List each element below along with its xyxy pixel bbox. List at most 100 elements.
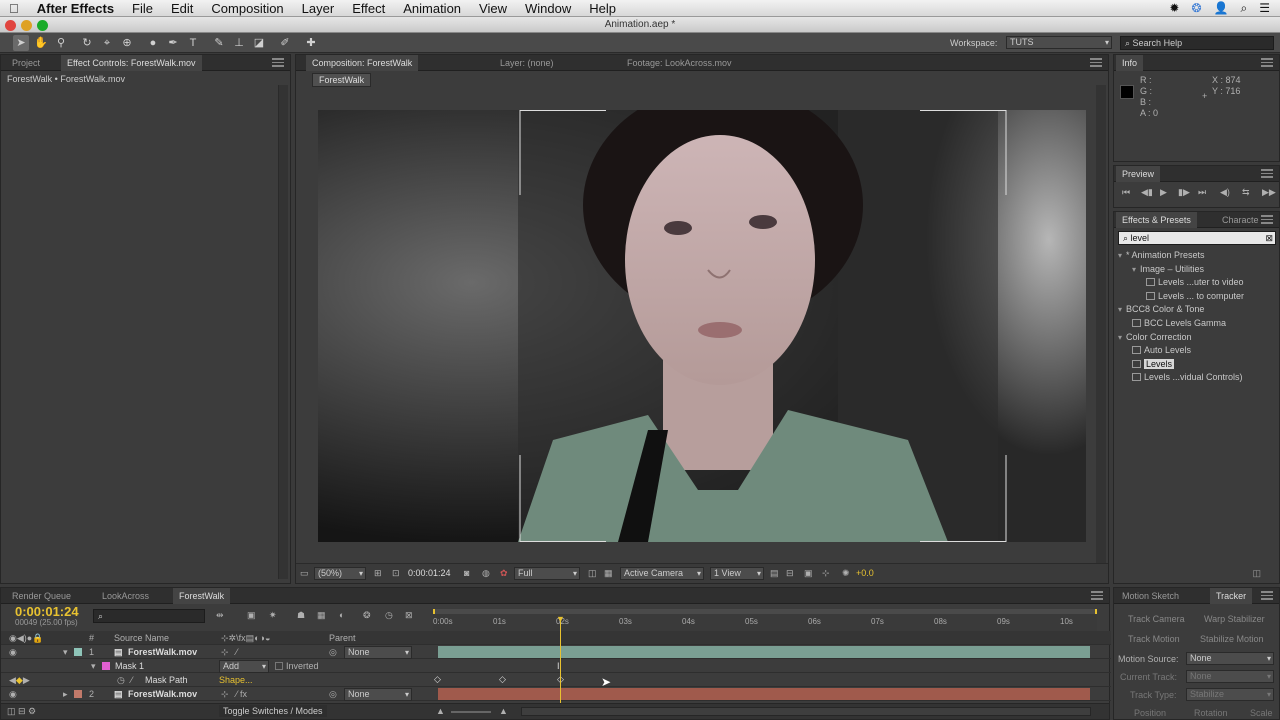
close-window-button[interactable] — [5, 20, 16, 31]
menu-layer[interactable]: Layer — [293, 0, 344, 17]
roto-brush-tool-icon[interactable]: ✐ — [277, 35, 293, 51]
comp-flowchart-button[interactable]: ForestWalk — [312, 73, 372, 87]
pick-whip-icon[interactable]: ◎ — [329, 689, 337, 700]
audio-icon[interactable]: ◀) — [1220, 187, 1230, 198]
tab-footage[interactable]: Footage: LookAcross.mov — [621, 55, 738, 71]
composition-viewer[interactable] — [318, 110, 1086, 542]
layer-duration-bar[interactable] — [438, 688, 1090, 700]
layer-label-color[interactable] — [74, 690, 82, 698]
track-motion-button[interactable]: Track Motion — [1128, 634, 1180, 644]
motion-blur-icon[interactable]: ◐ — [339, 610, 344, 620]
menu-effect[interactable]: Effect — [343, 0, 394, 17]
zoom-window-button[interactable] — [37, 20, 48, 31]
time-ruler[interactable]: 0:00s 01s 02s 03s 04s 05s 06s 07s 08s 09… — [433, 609, 1097, 631]
first-frame-icon[interactable]: ⏮ — [1122, 187, 1130, 198]
mask-visibility-icon[interactable]: ⊡ — [392, 568, 400, 579]
keyframe-marker[interactable]: ◇ — [499, 674, 506, 685]
snapshot-icon[interactable]: ◙ — [464, 568, 469, 578]
view-layout-select[interactable]: 1 View — [710, 567, 764, 580]
brainstorm-icon[interactable]: ❂ — [363, 610, 371, 621]
region-of-interest-icon[interactable]: ◫ — [588, 568, 597, 579]
panel-menu-icon[interactable] — [272, 58, 284, 67]
timeline-current-time[interactable]: 0:00:01:24 — [15, 604, 79, 619]
eraser-tool-icon[interactable]: ◪ — [251, 35, 267, 51]
brush-tool-icon[interactable]: ✎ — [211, 35, 227, 51]
camera-select[interactable]: Active Camera — [620, 567, 704, 580]
previous-frame-icon[interactable]: ◀▮ — [1141, 187, 1153, 198]
effects-tree-item[interactable]: ▾ BCC8 Color & Tone — [1118, 304, 1204, 314]
mask-path-row[interactable]: ◀◆▶ ◷ ⁄ Mask Path Shape... ◇ ◇ ◇ ➤ — [1, 673, 1111, 689]
effects-tree-item[interactable]: ▾ Image – Utilities — [1132, 264, 1204, 274]
tab-render-queue[interactable]: Render Queue — [6, 588, 77, 604]
tab-info[interactable]: Info — [1116, 55, 1144, 71]
effects-search-input[interactable]: ⌕ level ⊠ — [1118, 231, 1276, 245]
tab-lookacross[interactable]: LookAcross — [96, 588, 155, 604]
flowchart-icon[interactable]: ⊹ — [822, 568, 830, 579]
puppet-pin-tool-icon[interactable]: ✚ — [303, 35, 319, 51]
workspace-select[interactable]: TUTS — [1006, 36, 1112, 49]
live-update-icon[interactable]: ▣ — [247, 610, 256, 621]
keyframe-nav-icons[interactable]: ◀◆▶ — [9, 675, 30, 686]
position-checkbox[interactable]: Position — [1134, 708, 1166, 718]
exposure-value[interactable]: +0.0 — [856, 568, 874, 578]
tab-project[interactable]: Project — [6, 55, 46, 71]
cti-handle-icon[interactable]: ▼ — [556, 614, 565, 624]
menu-edit[interactable]: Edit — [162, 0, 202, 17]
work-area-bar[interactable] — [433, 609, 1097, 614]
layer-switches[interactable]: ⊹ ⁄ — [221, 647, 238, 658]
keyframe-marker[interactable]: ◇ — [434, 674, 441, 685]
effects-tree-item[interactable]: ▾ Color Correction — [1118, 332, 1192, 342]
menu-window[interactable]: Window — [516, 0, 580, 17]
menu-view[interactable]: View — [470, 0, 516, 17]
selection-tool-icon[interactable]: ➤ — [13, 35, 29, 51]
safe-margins-icon[interactable]: ⊞ — [374, 568, 382, 579]
magnification-select[interactable]: (50%) — [314, 567, 366, 580]
clone-stamp-tool-icon[interactable]: ⊥ — [231, 35, 247, 51]
track-type-select[interactable]: Stabilize — [1186, 688, 1274, 701]
menu-file[interactable]: File — [123, 0, 162, 17]
type-tool-icon[interactable]: T — [185, 35, 201, 51]
graph-editor-icon[interactable]: ⊠ — [405, 610, 413, 621]
layer-name[interactable]: ForestWalk.mov — [128, 689, 197, 699]
exposure-icon[interactable]: ✺ — [842, 568, 850, 579]
parent-select[interactable]: None — [344, 646, 412, 659]
video-visibility-icon[interactable]: ◉ — [9, 689, 17, 700]
current-track-select[interactable]: None — [1186, 670, 1274, 683]
zoom-slider[interactable] — [451, 711, 491, 713]
layer-name[interactable]: ForestWalk.mov — [128, 647, 197, 657]
expand-layer-icon[interactable]: ▾ — [63, 647, 68, 658]
panel-menu-icon[interactable] — [1091, 591, 1103, 600]
mask-shape-link[interactable]: Shape... — [219, 675, 253, 685]
expand-layer-icon[interactable]: ▸ — [63, 689, 68, 700]
disclosure-triangle-icon[interactable]: ▾ — [1118, 333, 1126, 342]
spotlight-search-icon[interactable]: ⌕ — [1241, 1, 1248, 16]
channel-icon[interactable]: ✿ — [500, 568, 508, 579]
timeline-icon[interactable]: ▣ — [804, 568, 813, 579]
footer-layer-switches-icons[interactable]: ◫ ⊟ ⚙ — [7, 706, 36, 717]
rotation-tool-icon[interactable]: ↻ — [79, 35, 95, 51]
play-icon[interactable]: ▶ — [1160, 187, 1167, 198]
hand-tool-icon[interactable]: ✋ — [33, 35, 49, 51]
next-frame-icon[interactable]: ▮▶ — [1178, 187, 1190, 198]
menu-animation[interactable]: Animation — [394, 0, 470, 17]
panel-menu-icon[interactable] — [1261, 215, 1273, 224]
menu-composition[interactable]: Composition — [202, 0, 292, 17]
last-frame-icon[interactable]: ⏭ — [1198, 187, 1206, 198]
toggle-switches-modes-button[interactable]: Toggle Switches / Modes — [219, 705, 327, 717]
effects-tree-item[interactable]: Levels ...vidual Controls) — [1132, 372, 1243, 382]
hide-shy-icon[interactable]: ☗ — [297, 610, 305, 621]
effects-tree-item[interactable]: Auto Levels — [1132, 345, 1191, 355]
always-preview-icon[interactable]: ▭ — [300, 568, 309, 579]
mask-color-swatch[interactable] — [102, 662, 110, 670]
resolution-select[interactable]: Full — [514, 567, 580, 580]
disclosure-triangle-icon[interactable]: ▾ — [1118, 305, 1126, 314]
comp-mini-flowchart-icon[interactable]: ⇹ — [216, 610, 224, 621]
search-help-input[interactable]: ⌕ Search Help — [1120, 36, 1274, 50]
show-snapshot-icon[interactable]: ◍ — [482, 568, 490, 579]
stopwatch-icon[interactable]: ◷ — [117, 675, 125, 686]
mask-mode-select[interactable]: Add — [219, 660, 269, 673]
mask-name[interactable]: Mask 1 — [115, 661, 144, 671]
disclosure-triangle-icon[interactable]: ▾ — [1118, 251, 1126, 260]
timeline-scrollbar[interactable] — [521, 707, 1091, 716]
tab-preview[interactable]: Preview — [1116, 166, 1161, 182]
